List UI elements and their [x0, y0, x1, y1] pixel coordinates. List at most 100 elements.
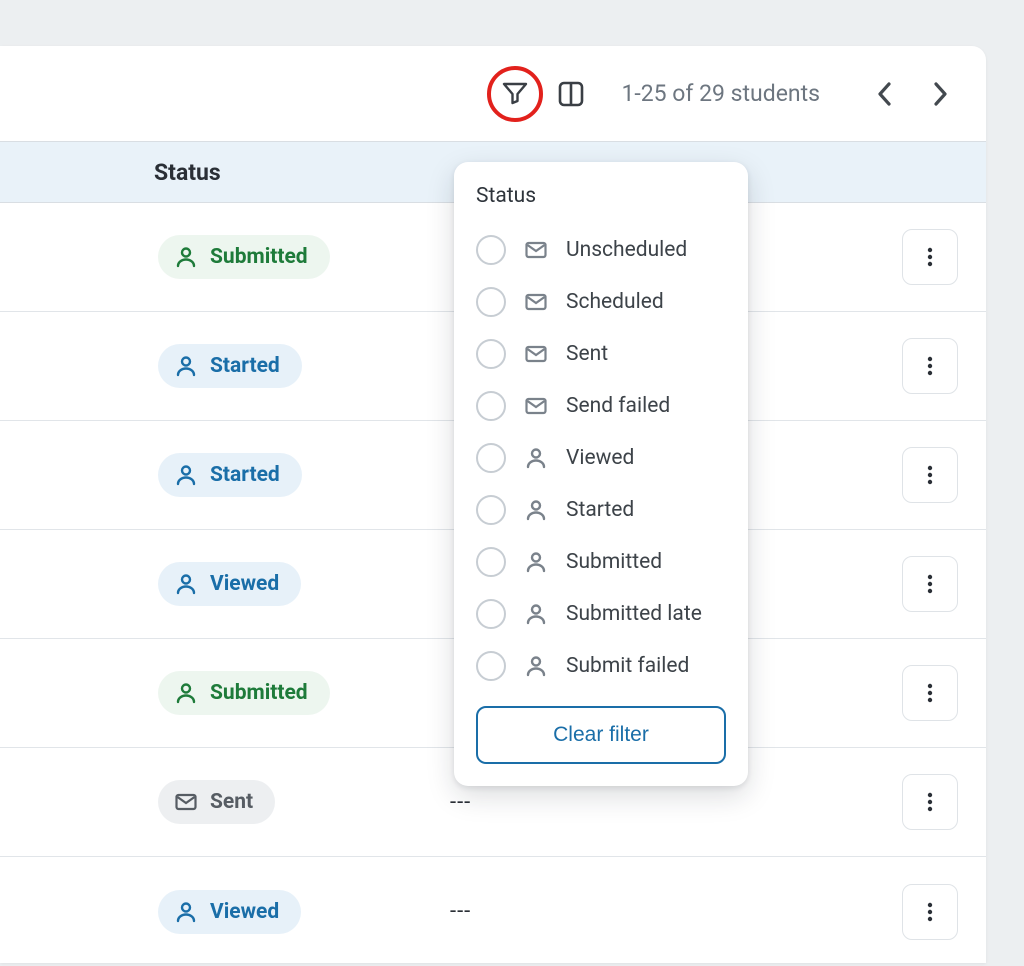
mail-icon: [522, 238, 550, 262]
mail-icon: [522, 394, 550, 418]
filter-option[interactable]: Send failed: [476, 380, 726, 432]
radio-indicator: [476, 235, 506, 265]
person-icon-inner: [524, 602, 548, 626]
more-vertical-icon: [918, 900, 942, 924]
filter-option[interactable]: Unscheduled: [476, 224, 726, 276]
table-row: Viewed ---: [0, 857, 986, 966]
more-vertical-icon: [918, 354, 942, 378]
status-badge-label: Viewed: [210, 900, 279, 924]
status-column-header: Status: [154, 159, 221, 186]
status-badge: Submitted: [158, 235, 330, 279]
person-icon: [174, 681, 198, 705]
filter-option-label: Submitted late: [566, 602, 702, 626]
toolbar-icon-group: [487, 66, 585, 122]
more-vertical-icon: [918, 681, 942, 705]
more-vertical-icon: [918, 245, 942, 269]
filter-options-list: Unscheduled Scheduled Sent Send failed Viewe…: [476, 224, 726, 692]
mail-icon-inner: [524, 394, 548, 418]
main-panel: 1-25 of 29 students Status Submitted Star…: [0, 46, 986, 963]
filter-option-label: Send failed: [566, 394, 670, 418]
clear-filter-button[interactable]: Clear filter: [476, 706, 726, 764]
row-actions-button[interactable]: [902, 229, 958, 285]
radio-indicator: [476, 339, 506, 369]
person-icon-inner: [524, 498, 548, 522]
person-icon-inner: [524, 550, 548, 574]
person-icon: [522, 446, 550, 470]
mail-icon: [174, 790, 198, 814]
person-icon-inner: [524, 654, 548, 678]
mail-icon-inner: [524, 290, 548, 314]
pagination-text: 1-25 of 29 students: [621, 80, 820, 107]
filter-option-label: Scheduled: [566, 290, 664, 314]
more-vertical-icon: [918, 463, 942, 487]
radio-indicator: [476, 495, 506, 525]
radio-indicator: [476, 391, 506, 421]
filter-popover-title: Status: [476, 184, 726, 208]
filter-option[interactable]: Submitted: [476, 536, 726, 588]
status-badge: Started: [158, 344, 302, 388]
toolbar: 1-25 of 29 students: [0, 46, 986, 141]
status-badge: Started: [158, 453, 302, 497]
mail-icon: [522, 342, 550, 366]
person-icon: [174, 245, 198, 269]
radio-indicator: [476, 443, 506, 473]
filter-option[interactable]: Scheduled: [476, 276, 726, 328]
more-vertical-icon: [918, 572, 942, 596]
status-badge-label: Started: [210, 463, 280, 487]
person-icon: [522, 654, 550, 678]
person-icon: [522, 602, 550, 626]
radio-indicator: [476, 287, 506, 317]
row-actions-button[interactable]: [902, 556, 958, 612]
filter-option-label: Unscheduled: [566, 238, 687, 262]
radio-indicator: [476, 599, 506, 629]
filter-popover: Status Unscheduled Scheduled Sent Send fail…: [454, 162, 748, 786]
chevron-left-icon: [872, 80, 900, 108]
prev-page-button[interactable]: [868, 76, 904, 112]
person-icon-inner: [524, 446, 548, 470]
mail-icon-inner: [524, 342, 548, 366]
filter-option-label: Started: [566, 498, 634, 522]
radio-indicator: [476, 651, 506, 681]
row-actions-button[interactable]: [902, 774, 958, 830]
person-icon: [522, 498, 550, 522]
next-page-button[interactable]: [922, 76, 958, 112]
more-vertical-icon: [918, 790, 942, 814]
status-badge: Viewed: [158, 890, 301, 934]
filter-option[interactable]: Viewed: [476, 432, 726, 484]
row-actions-button[interactable]: [902, 447, 958, 503]
chevron-right-icon: [926, 80, 954, 108]
person-icon: [174, 354, 198, 378]
filter-option[interactable]: Sent: [476, 328, 726, 380]
empty-value: ---: [450, 899, 471, 924]
status-badge: Submitted: [158, 671, 330, 715]
filter-option-label: Submit failed: [566, 654, 689, 678]
mail-icon: [522, 290, 550, 314]
filter-button[interactable]: [487, 66, 543, 122]
person-icon: [522, 550, 550, 574]
status-badge-label: Submitted: [210, 681, 308, 705]
filter-option[interactable]: Submitted late: [476, 588, 726, 640]
filter-option-label: Viewed: [566, 446, 634, 470]
filter-option[interactable]: Started: [476, 484, 726, 536]
columns-button[interactable]: [557, 80, 585, 108]
row-actions-button[interactable]: [902, 884, 958, 940]
row-actions-button[interactable]: [902, 665, 958, 721]
filter-option-label: Submitted: [566, 550, 662, 574]
status-badge-label: Submitted: [210, 245, 308, 269]
filter-icon: [501, 80, 529, 108]
status-badge-label: Started: [210, 354, 280, 378]
columns-icon: [557, 80, 585, 108]
person-icon: [174, 463, 198, 487]
filter-option[interactable]: Submit failed: [476, 640, 726, 692]
filter-option-label: Sent: [566, 342, 608, 366]
status-badge: Sent: [158, 780, 275, 824]
mail-icon-inner: [524, 238, 548, 262]
status-badge: Viewed: [158, 562, 301, 606]
person-icon: [174, 572, 198, 596]
status-badge-label: Viewed: [210, 572, 279, 596]
empty-value: ---: [450, 790, 471, 815]
row-actions-button[interactable]: [902, 338, 958, 394]
radio-indicator: [476, 547, 506, 577]
person-icon: [174, 900, 198, 924]
status-badge-label: Sent: [210, 790, 253, 814]
